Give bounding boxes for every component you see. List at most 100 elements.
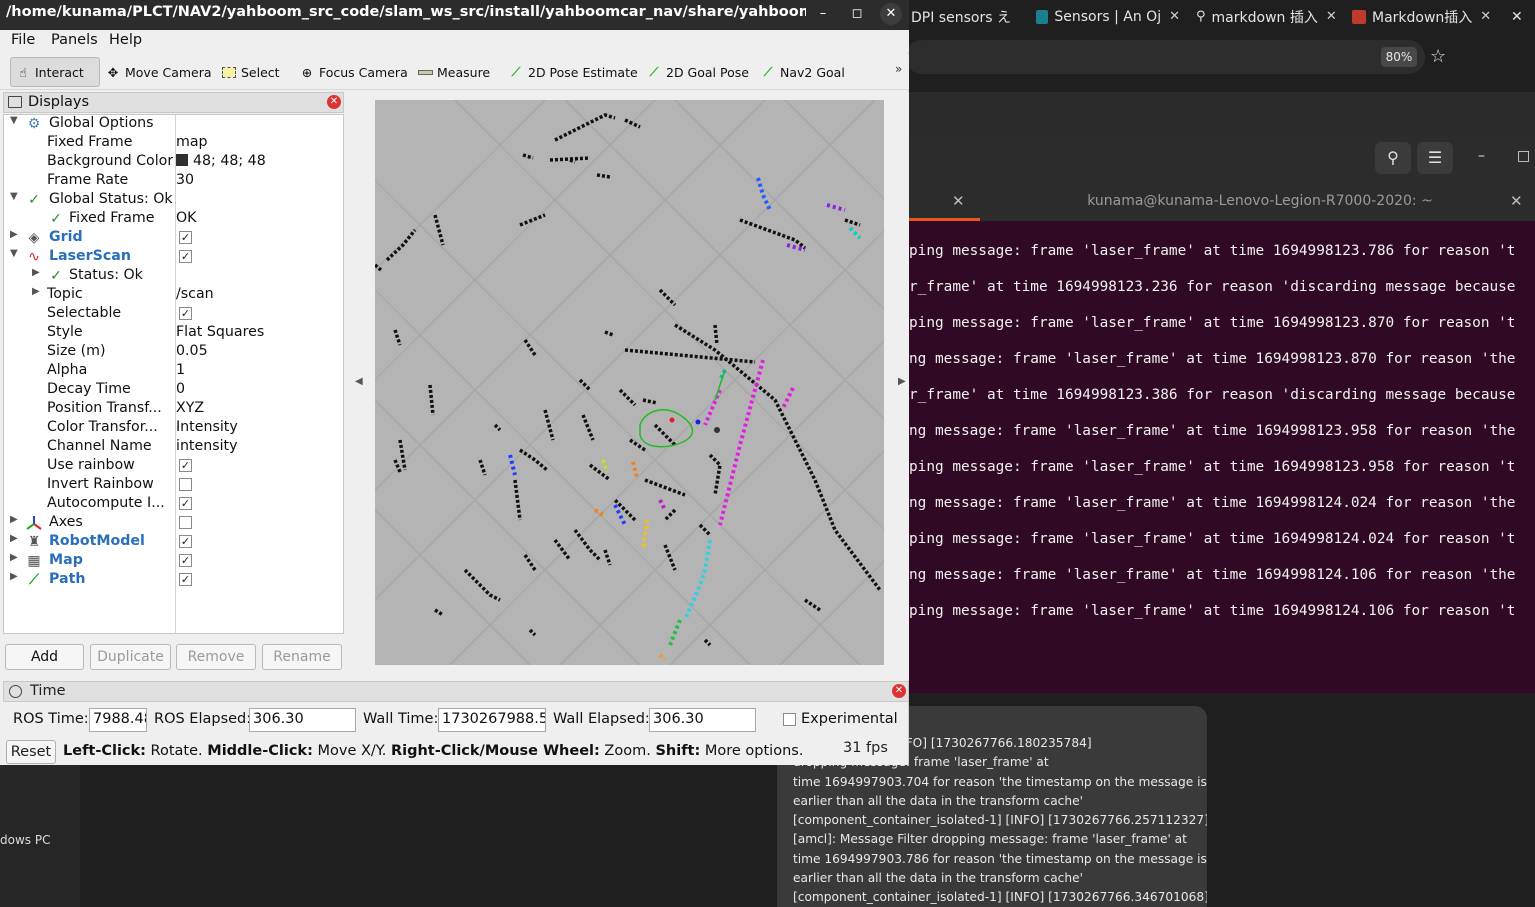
close-icon[interactable]: ✕ [952, 192, 965, 210]
measure-tool[interactable]: Measure [413, 57, 494, 87]
expand-arrow-icon[interactable]: ▼ [10, 191, 22, 202]
expand-arrow-icon[interactable]: ▶ [32, 286, 44, 297]
close-icon[interactable]: ✕ [1326, 9, 1337, 24]
3d-render-view[interactable] [375, 100, 884, 665]
tree-row-invert-rainbow[interactable]: Invert Rainbow [4, 476, 343, 495]
pose-estimate-tool[interactable]: ⟋ 2D Pose Estimate [504, 57, 642, 87]
enable-checkbox[interactable]: ✓ [179, 535, 192, 548]
address-bar[interactable] [905, 40, 1425, 74]
wall-time-field[interactable]: 1730267988.51 [438, 708, 546, 732]
tree-row-path[interactable]: ▶ ⟋ Path ✓ [4, 571, 343, 590]
row-value[interactable]: map [176, 134, 208, 150]
tree-row-decay-time[interactable]: Decay Time 0 [4, 381, 343, 400]
tree-row-frame-rate[interactable]: Frame Rate 30 [4, 172, 343, 191]
menu-panels[interactable]: Panels [51, 32, 98, 48]
autocompute-checkbox[interactable]: ✓ [179, 497, 192, 510]
browser-tab[interactable]: Markdown插入 ✕ [1346, 0, 1496, 33]
use-rainbow-checkbox[interactable]: ✓ [179, 459, 192, 472]
expand-arrow-icon[interactable]: ▼ [10, 115, 22, 126]
enable-checkbox[interactable]: ✓ [179, 231, 192, 244]
move-camera-tool[interactable]: ✥ Move Camera [101, 57, 216, 87]
enable-checkbox[interactable]: ✓ [179, 554, 192, 567]
tree-row-size[interactable]: Size (m) 0.05 [4, 343, 343, 362]
tree-row-grid[interactable]: ▶ ◈ Grid ✓ [4, 229, 343, 248]
row-value[interactable]: XYZ [176, 400, 204, 416]
toolbar-overflow-button[interactable]: » [895, 62, 902, 76]
tree-row-fixed-frame[interactable]: Fixed Frame map [4, 134, 343, 153]
search-icon[interactable]: ⚲ [1375, 142, 1411, 174]
enable-checkbox[interactable]: ✓ [179, 573, 192, 586]
goal-pose-tool[interactable]: ⟋ 2D Goal Pose [642, 57, 753, 87]
tree-row-global-options[interactable]: ▼ ⚙ Global Options [4, 115, 343, 134]
zoom-badge[interactable]: 80% [1381, 47, 1417, 67]
tree-row-color-transformer[interactable]: Color Transfor... Intensity [4, 419, 343, 438]
close-icon[interactable]: ✕ [880, 3, 902, 25]
row-value[interactable]: 0.05 [176, 343, 208, 359]
select-tool[interactable]: Select [217, 57, 284, 87]
terminal-output[interactable]: ping message: frame 'laser_frame' at tim… [905, 221, 1535, 693]
experimental-checkbox[interactable] [783, 713, 796, 726]
row-value[interactable]: 0 [176, 381, 185, 397]
maximize-icon[interactable]: ◻ [846, 3, 868, 25]
expand-arrow-icon[interactable]: ▶ [32, 267, 44, 278]
row-value[interactable]: 30 [176, 172, 194, 188]
row-value[interactable]: Flat Squares [176, 324, 264, 340]
scene-canvas[interactable] [375, 100, 884, 665]
row-value[interactable]: 1 [176, 362, 185, 378]
wall-elapsed-field[interactable]: 306.30 [649, 708, 756, 732]
rename-button[interactable]: Rename [262, 644, 342, 670]
tree-row-topic[interactable]: ▶ Topic /scan [4, 286, 343, 305]
tree-row-style[interactable]: Style Flat Squares [4, 324, 343, 343]
row-value[interactable]: intensity [176, 438, 238, 454]
close-icon[interactable]: ✕ [1480, 9, 1491, 24]
ros-elapsed-field[interactable]: 306.30 [249, 708, 356, 732]
tree-row-selectable[interactable]: Selectable ✓ [4, 305, 343, 324]
collapse-left-arrow-icon[interactable]: ◀ [355, 376, 363, 387]
row-value[interactable]: /scan [176, 286, 214, 302]
close-icon[interactable]: ✕ [1510, 192, 1523, 210]
close-icon[interactable]: ✕ [327, 95, 341, 109]
maximize-icon[interactable]: □ [1517, 148, 1530, 164]
tree-row-fixed-frame-status[interactable]: ✓ Fixed Frame OK [4, 210, 343, 229]
expand-arrow-icon[interactable]: ▼ [10, 248, 22, 259]
expand-arrow-icon[interactable]: ▶ [10, 533, 22, 544]
duplicate-button[interactable]: Duplicate [90, 644, 171, 670]
row-value[interactable]: Intensity [176, 419, 238, 435]
window-titlebar[interactable]: /home/kunama/PLCT/NAV2/yahboom_src_code/… [0, 0, 909, 30]
bookmark-star-icon[interactable]: ☆ [1430, 46, 1446, 67]
row-value-container[interactable]: 48; 48; 48 [176, 153, 266, 169]
close-icon[interactable]: ✕ [1169, 9, 1180, 24]
collapse-right-arrow-icon[interactable]: ▶ [898, 376, 906, 387]
minimize-icon[interactable]: – [1478, 148, 1485, 164]
menu-icon[interactable]: ☰ [1417, 142, 1453, 174]
expand-arrow-icon[interactable]: ▶ [10, 514, 22, 525]
tree-row-global-status[interactable]: ▼ ✓ Global Status: Ok [4, 191, 343, 210]
enable-checkbox[interactable] [179, 516, 192, 529]
interact-tool[interactable]: ☝ Interact [10, 57, 100, 87]
tree-row-background-color[interactable]: Background Color 48; 48; 48 [4, 153, 343, 172]
focus-camera-tool[interactable]: ⊕ Focus Camera [295, 57, 412, 87]
expand-arrow-icon[interactable]: ▶ [10, 229, 22, 240]
tree-row-position-transformer[interactable]: Position Transf... XYZ [4, 400, 343, 419]
add-button[interactable]: Add [5, 644, 84, 670]
reset-button[interactable]: Reset [6, 740, 56, 764]
tree-row-autocompute-intensity[interactable]: Autocompute I... ✓ [4, 495, 343, 514]
expand-arrow-icon[interactable]: ▶ [10, 552, 22, 563]
selectable-checkbox[interactable]: ✓ [179, 307, 192, 320]
tree-row-alpha[interactable]: Alpha 1 [4, 362, 343, 381]
close-icon[interactable]: ✕ [1019, 9, 1020, 24]
tree-row-use-rainbow[interactable]: Use rainbow ✓ [4, 457, 343, 476]
close-icon[interactable]: ✕ [1505, 0, 1535, 33]
browser-tab[interactable]: ⚲ markdown 插入 ✕ [1190, 0, 1338, 33]
tree-row-axes[interactable]: ▶ Axes [4, 514, 343, 533]
nav2-goal-tool[interactable]: ⟋ Nav2 Goal [756, 57, 849, 87]
browser-tab[interactable]: Sensors | An Oj ✕ [1030, 0, 1180, 33]
tree-row-laserscan-status[interactable]: ▶ ✓ Status: Ok [4, 267, 343, 286]
enable-checkbox[interactable]: ✓ [179, 250, 192, 263]
ros-time-field[interactable]: 7988.48 [89, 708, 147, 732]
tree-row-map[interactable]: ▶ ▦ Map ✓ [4, 552, 343, 571]
browser-tab[interactable]: DPI sensors え ✕ [905, 0, 1020, 33]
remove-button[interactable]: Remove [176, 644, 256, 670]
menu-help[interactable]: Help [109, 32, 142, 48]
expand-arrow-icon[interactable]: ▶ [10, 571, 22, 582]
